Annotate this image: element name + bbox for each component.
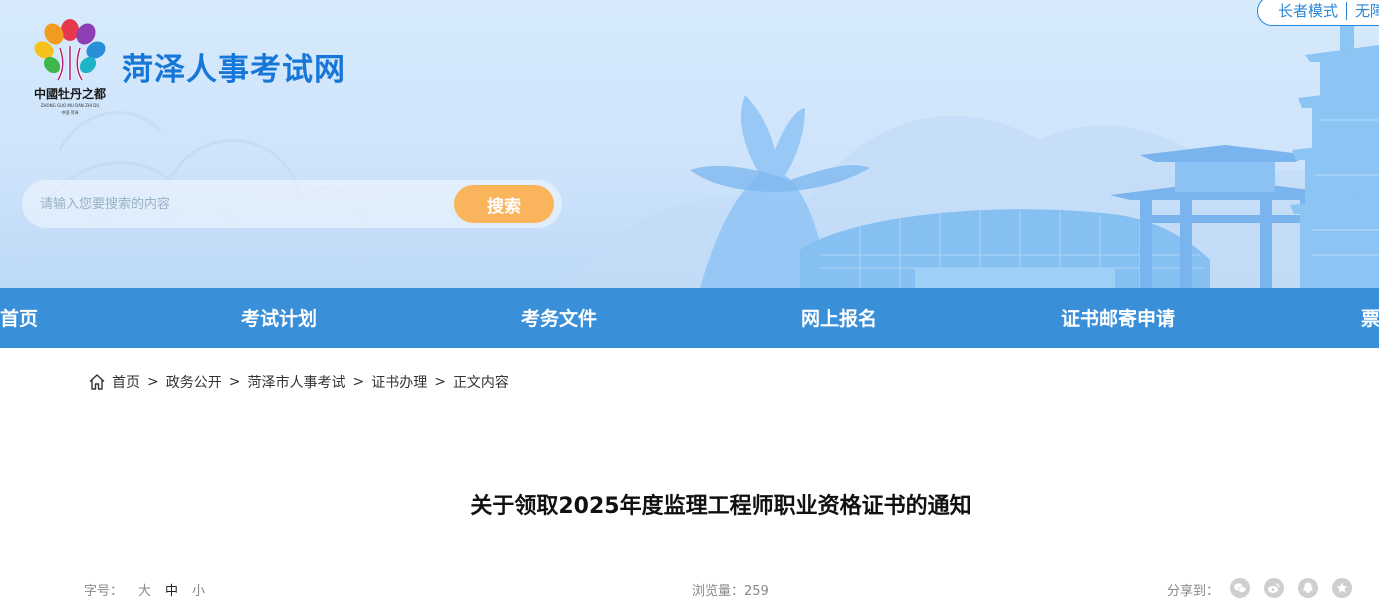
breadcrumb-separator: > [352, 374, 365, 390]
weibo-icon[interactable] [1264, 578, 1284, 598]
search-box: 搜索 [22, 180, 562, 228]
qzone-icon[interactable] [1332, 578, 1352, 598]
article-meta: 字号： 大 中 小 浏览量：259 分享到： [0, 578, 1379, 600]
font-size-medium[interactable]: 中 [165, 580, 178, 599]
breadcrumb: 首页 > 政务公开 > 菏泽市人事考试 > 证书办理 > 正文内容 [88, 372, 509, 392]
search-button[interactable]: 搜索 [454, 185, 554, 223]
views-label: 浏览量： [692, 584, 745, 599]
article-title: 关于领取2025年度监理工程师职业资格证书的通知 [470, 494, 972, 519]
logo-subtext: ZHONG GUO MU DAN ZHI DU [41, 103, 100, 108]
breadcrumb-current: 正文内容 [452, 375, 509, 391]
main-nav: 网站首页 考试计划 考务文件 网上报名 证书邮寄申请 票 [0, 288, 1379, 348]
page: 中國牡丹之都 ZHONG GUO MU DAN ZHI DU 中国·菏泽 菏泽人… [0, 0, 1379, 612]
elder-mode-link[interactable]: 长者模式 [1258, 2, 1348, 20]
views-number: 259 [744, 584, 769, 599]
nav-item-home[interactable]: 网站首页 [0, 288, 38, 348]
breadcrumb-gov-affairs[interactable]: 政务公开 [166, 372, 222, 392]
accessibility-link[interactable]: 无障碍 [1347, 2, 1379, 20]
wechat-icon[interactable] [1230, 578, 1250, 598]
nav-item-online-registration[interactable]: 网上报名 [801, 288, 877, 348]
breadcrumb-heze-exam[interactable]: 菏泽市人事考试 [247, 372, 345, 392]
font-size-small[interactable]: 小 [192, 580, 205, 599]
breadcrumb-home[interactable]: 首页 [112, 372, 140, 392]
mode-switch: 长者模式 无障碍 [1257, 0, 1379, 26]
home-icon[interactable] [88, 373, 106, 391]
font-size-large[interactable]: 大 [138, 580, 151, 599]
breadcrumb-certificate[interactable]: 证书办理 [371, 372, 427, 392]
site-title[interactable]: 菏泽人事考试网 [122, 44, 346, 89]
share-label: 分享到： [1167, 584, 1220, 599]
font-size-label: 字号： [84, 584, 124, 599]
qq-icon[interactable] [1298, 578, 1318, 598]
breadcrumb-separator: > [228, 374, 241, 390]
view-count: 浏览量：259 [692, 580, 769, 599]
peony-logo-icon [34, 19, 106, 81]
nav-item-ticket[interactable]: 票 [1361, 288, 1379, 348]
logo-caption: 中国·菏泽 [61, 109, 78, 115]
nav-item-certificate-mail[interactable]: 证书邮寄申请 [1061, 288, 1175, 348]
nav-item-exam-documents[interactable]: 考务文件 [521, 288, 597, 348]
header-banner: 中國牡丹之都 ZHONG GUO MU DAN ZHI DU 中国·菏泽 菏泽人… [0, 0, 1379, 288]
breadcrumb-separator: > [434, 374, 446, 390]
breadcrumb-separator: > [147, 374, 159, 390]
nav-item-exam-plan[interactable]: 考试计划 [241, 288, 317, 348]
logo-text: 中國牡丹之都 [34, 86, 106, 101]
search-input[interactable] [40, 192, 460, 216]
city-logo: 中國牡丹之都 ZHONG GUO MU DAN ZHI DU 中国·菏泽 [34, 19, 106, 115]
